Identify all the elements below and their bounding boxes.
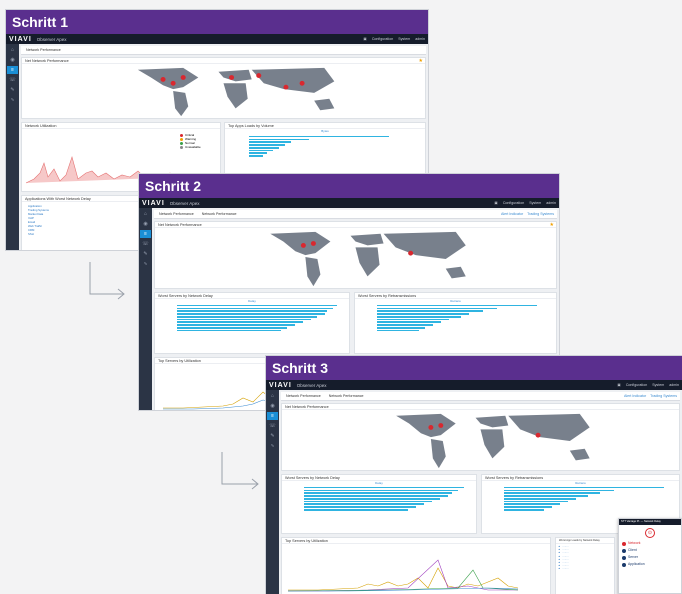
menu-system[interactable]: System [652, 383, 664, 387]
retrans-bar-chart[interactable] [482, 485, 679, 512]
sidebar-item-home[interactable]: ⌂ [140, 210, 151, 218]
sidebar-item-analytics[interactable]: ∿ [140, 260, 151, 268]
popup-title: STT Vantage Pt. — Network Delay [619, 519, 681, 525]
step-3-heading: Schritt 3 [266, 356, 682, 380]
delay-bar-chart[interactable] [155, 303, 349, 333]
sidebar-item-network[interactable]: ≡ [267, 412, 278, 420]
delay-table: ▲ ········ ▲ ········ ▲ ········ ▲ ········ … [556, 544, 614, 572]
worst-delay-panel: Worst Servers by Network Delay Delay [154, 292, 350, 354]
world-map[interactable] [282, 410, 679, 470]
servers-line-chart[interactable] [288, 548, 528, 594]
sidebar: ⌂ ◉ ≡ ☏ ✎ ∿ [6, 44, 19, 250]
breadcrumb: Network Performance [21, 46, 426, 55]
filter-alert[interactable]: Alert Indicator [624, 394, 646, 398]
sidebar: ⌂ ◉ ≡ ☏ ✎ ∿ [266, 390, 279, 594]
menu-user[interactable]: admin [546, 201, 556, 205]
sidebar-item-user[interactable]: ◉ [7, 56, 18, 64]
step-3-card: Schritt 3 VIAVI Observer Apex ▣ Configur… [266, 356, 682, 594]
sidebar-item-phone[interactable]: ☏ [267, 422, 278, 430]
popup-status-icon: ⊙ [645, 528, 655, 538]
sidebar-item-tools[interactable]: ✎ [140, 250, 151, 258]
breadcrumb: Network Performance Network Performance … [154, 210, 557, 219]
topbar-menu: ▣ Configuration System admin [494, 201, 556, 205]
menu-system[interactable]: System [398, 37, 410, 41]
sidebar-item-phone[interactable]: ☏ [140, 240, 151, 248]
viavi-logo: VIAVI [269, 381, 292, 389]
filter-group[interactable]: Trading Systems [650, 394, 677, 398]
map-panel: Net Network Performance [281, 403, 680, 471]
topbar-menu: ▣ Configuration System admin [363, 37, 425, 41]
sidebar: ⌂ ◉ ≡ ☏ ✎ ∿ [139, 208, 152, 410]
sidebar-item-home[interactable]: ⌂ [267, 392, 278, 400]
filter-group[interactable]: Trading Systems [527, 212, 554, 216]
popup-item-client[interactable]: Client [622, 547, 678, 554]
app-title: Observer Apex [36, 36, 67, 42]
menu-user[interactable]: admin [669, 383, 679, 387]
popup-list: Network Client Server Application [619, 538, 681, 570]
world-map[interactable] [155, 228, 556, 288]
topbar-menu: ▣ Configuration System admin [617, 383, 679, 387]
menu-configuration[interactable]: Configuration [372, 37, 393, 41]
sidebar-item-analytics[interactable]: ∿ [267, 442, 278, 450]
camera-icon[interactable]: ▣ [494, 201, 497, 205]
arrow-step-2-to-3 [221, 452, 259, 490]
arrow-step-1-to-2 [89, 262, 125, 300]
viavi-logo: VIAVI [9, 35, 32, 43]
table-row[interactable]: ▲ ········ [557, 567, 613, 570]
filter-bar: Alert Indicator Trading Systems [501, 212, 554, 216]
app-title: Observer Apex [169, 200, 200, 206]
sidebar-item-user[interactable]: ◉ [267, 402, 278, 410]
step-1-heading: Schritt 1 [6, 10, 428, 34]
star-icon[interactable]: ★ [550, 222, 554, 228]
app-delay-table-panel: Worst App Loads by Network Delay ▲ ······… [555, 537, 615, 594]
delay-bar-chart[interactable] [282, 485, 476, 512]
sidebar-item-tools[interactable]: ✎ [7, 86, 18, 94]
retrans-bar-chart[interactable] [355, 303, 556, 333]
app-topbar: VIAVI Observer Apex ▣ Configuration Syst… [266, 380, 682, 390]
worst-retrans-panel: Worst Servers by Retransmissions Retrans [354, 292, 557, 354]
panel-title: Top Servers by Utilization [282, 538, 550, 544]
vantage-popup[interactable]: STT Vantage Pt. — Network Delay ⊙ Networ… [618, 518, 682, 594]
breadcrumb-item[interactable]: Network Performance [24, 48, 63, 52]
sidebar-item-home[interactable]: ⌂ [7, 46, 18, 54]
sidebar-item-phone[interactable]: ☏ [7, 76, 18, 84]
legend-unavailable: Unavailable [180, 145, 216, 149]
app-title: Observer Apex [296, 382, 327, 388]
filter-alert[interactable]: Alert Indicator [501, 212, 523, 216]
sidebar-item-analytics[interactable]: ∿ [7, 96, 18, 104]
camera-icon[interactable]: ▣ [363, 37, 366, 41]
popup-item-application[interactable]: Application [622, 561, 678, 568]
popup-item-network[interactable]: Network [622, 540, 678, 547]
sidebar-item-tools[interactable]: ✎ [267, 432, 278, 440]
map-panel: Net Network Performance ★ [154, 221, 557, 289]
breadcrumb: Network Performance Network Performance … [281, 392, 680, 401]
app-topbar: VIAVI Observer Apex ▣ Configuration Syst… [6, 34, 428, 44]
bar-chart[interactable] [225, 133, 425, 160]
step-2-heading: Schritt 2 [139, 174, 559, 198]
status-legend: Critical Warning Normal Unavailable [180, 133, 216, 149]
panel-title: Network Utilization [22, 123, 220, 129]
map-panel: Net Network Performance [21, 57, 426, 119]
worst-delay-panel: Worst Servers by Network Delay Delay [281, 474, 477, 534]
world-map[interactable] [22, 64, 425, 118]
menu-configuration[interactable]: Configuration [503, 201, 524, 205]
menu-system[interactable]: System [529, 201, 541, 205]
star-icon[interactable]: ★ [419, 58, 423, 64]
sidebar-item-network[interactable]: ≡ [7, 66, 18, 74]
breadcrumb-item[interactable]: Network Performance [200, 212, 239, 216]
sidebar-item-user[interactable]: ◉ [140, 220, 151, 228]
sidebar-item-network[interactable]: ≡ [140, 230, 151, 238]
menu-configuration[interactable]: Configuration [626, 383, 647, 387]
viavi-logo: VIAVI [142, 199, 165, 207]
camera-icon[interactable]: ▣ [617, 383, 620, 387]
breadcrumb-item[interactable]: Network Performance [327, 394, 366, 398]
filter-bar: Alert Indicator Trading Systems [624, 394, 677, 398]
app-topbar: VIAVI Observer Apex ▣ Configuration Syst… [139, 198, 559, 208]
top-servers-panel: Top Servers by Utilization [281, 537, 551, 594]
menu-user[interactable]: admin [415, 37, 425, 41]
popup-item-server[interactable]: Server [622, 554, 678, 561]
breadcrumb-item[interactable]: Network Performance [284, 394, 323, 398]
breadcrumb-item[interactable]: Network Performance [157, 212, 196, 216]
